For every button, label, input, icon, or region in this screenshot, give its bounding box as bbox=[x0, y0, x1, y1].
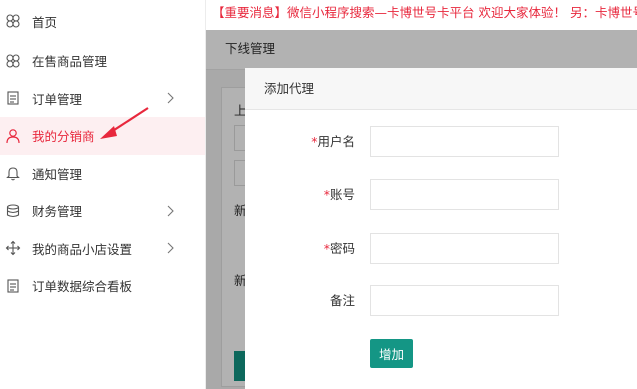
sidebar-item-label: 我的分销商 bbox=[32, 129, 95, 145]
sidebar-item-finance[interactable]: 财务管理 bbox=[0, 192, 205, 230]
sidebar-item-label: 财务管理 bbox=[32, 204, 83, 220]
account-input[interactable] bbox=[370, 179, 559, 210]
sidebar-item-label: 我的商品小店设置 bbox=[32, 241, 133, 257]
account-label: *账号 bbox=[324, 179, 355, 211]
sidebar-item-notifications[interactable]: 通知管理 bbox=[0, 155, 205, 193]
notice-bar: 【重要消息】微信小程序搜索—卡博世号卡平台 欢迎大家体验！ 另：卡博世号 bbox=[206, 0, 637, 30]
move-icon bbox=[4, 239, 22, 257]
sidebar-item-label: 在售商品管理 bbox=[32, 54, 108, 70]
sidebar-item-home[interactable]: 首页 bbox=[0, 0, 205, 42]
annotation-arrow-icon bbox=[100, 107, 149, 139]
flower-icon bbox=[4, 52, 22, 70]
sidebar-item-label: 首页 bbox=[32, 14, 58, 30]
chevron-right-icon bbox=[165, 241, 175, 255]
field-label: 账号 bbox=[329, 187, 355, 202]
document-icon bbox=[4, 89, 22, 107]
chevron-right-icon bbox=[165, 91, 175, 105]
bell-icon bbox=[4, 164, 22, 182]
sidebar-item-order-dashboard[interactable]: 订单数据综合看板 bbox=[0, 267, 205, 305]
sidebar-item-label: 订单管理 bbox=[32, 91, 83, 107]
form-row-username: *用户名 bbox=[245, 126, 637, 158]
add-button[interactable]: 增加 bbox=[370, 339, 413, 368]
document-icon bbox=[4, 277, 22, 295]
sidebar: 首页 在售商品管理 订单管理 我的分销商 通知管理 财务管理 我的商品小店设置 … bbox=[0, 0, 206, 389]
field-label: 用户名 bbox=[317, 134, 355, 149]
sidebar-item-label: 订单数据综合看板 bbox=[32, 279, 133, 295]
username-label: *用户名 bbox=[311, 126, 355, 158]
sidebar-item-shop-settings[interactable]: 我的商品小店设置 bbox=[0, 230, 205, 268]
flower-icon bbox=[4, 12, 22, 30]
add-agent-dialog: 添加代理 *用户名 *账号 *密码 备注 增加 bbox=[245, 68, 637, 389]
username-input[interactable] bbox=[370, 126, 559, 157]
form-row-remark: 备注 bbox=[245, 285, 637, 317]
password-label: *密码 bbox=[324, 233, 355, 265]
password-input[interactable] bbox=[370, 233, 559, 264]
remark-input[interactable] bbox=[370, 285, 559, 316]
remark-label: 备注 bbox=[329, 293, 355, 308]
form-row-password: *密码 bbox=[245, 233, 637, 265]
dialog-title: 添加代理 bbox=[245, 68, 637, 110]
sidebar-item-products-on-sale[interactable]: 在售商品管理 bbox=[0, 42, 205, 80]
database-icon bbox=[4, 202, 22, 220]
field-label: 密码 bbox=[329, 241, 355, 256]
user-icon bbox=[4, 127, 22, 145]
chevron-right-icon bbox=[165, 204, 175, 218]
sidebar-item-label: 通知管理 bbox=[32, 166, 83, 182]
form-row-account: *账号 bbox=[245, 179, 637, 211]
